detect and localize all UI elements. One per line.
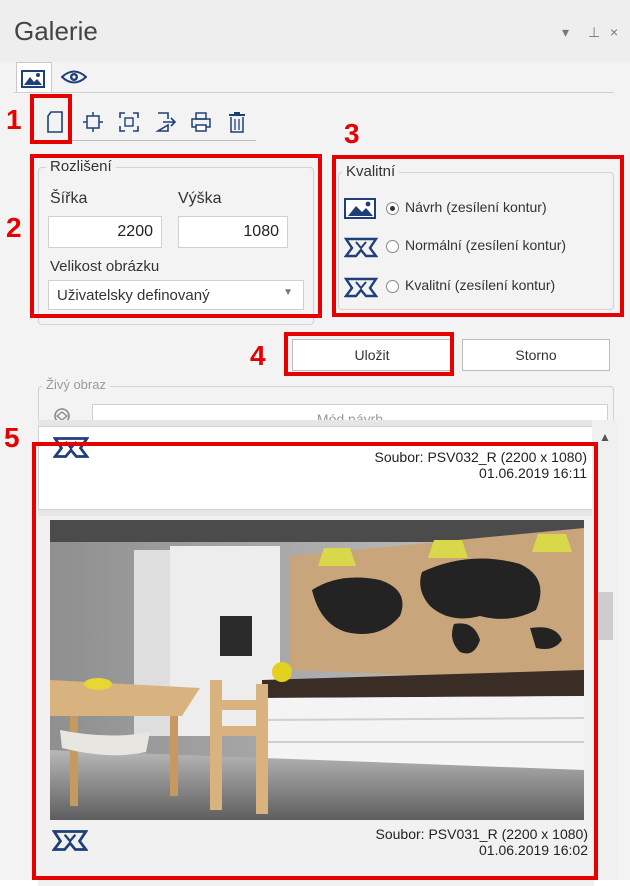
gallery-item-date: 01.06.2019 16:11: [479, 465, 587, 481]
image-size-select[interactable]: Uživatelsky definovaný ▼: [48, 280, 304, 310]
gallery-scrollbar[interactable]: ▲: [592, 420, 618, 880]
live-image-legend: Živý obraz: [42, 377, 110, 392]
cancel-button[interactable]: Storno: [462, 339, 610, 371]
option-draft-label: Návrh (zesílení kontur): [405, 199, 547, 215]
kitchen-render-thumbnail: [50, 520, 584, 820]
quality-option-normal[interactable]: Normální (zesílení kontur): [344, 232, 614, 262]
marker-2: 2: [6, 212, 22, 243]
height-input[interactable]: 1080: [178, 216, 288, 248]
center-view-button[interactable]: [80, 104, 106, 140]
quality-option-high[interactable]: Kvalitní (zesílení kontur): [344, 272, 614, 302]
gallery-list[interactable]: Soubor: PSV032_R (2200 x 1080) 01.06.201…: [38, 420, 594, 886]
radio-normal[interactable]: [386, 240, 399, 253]
gallery-item-caption: Soubor: PSV031_R (2200 x 1080) 01.06.201…: [376, 826, 588, 858]
render-icon: [53, 437, 89, 458]
gallery-item-file: Soubor: PSV032_R (2200 x 1080): [374, 449, 587, 465]
image-size-label: Velikost obrázku: [50, 258, 160, 275]
render-icon: [344, 237, 378, 258]
print-icon: [191, 112, 211, 132]
fit-frame-icon: [119, 112, 139, 132]
chevron-down-icon: ▼: [283, 287, 293, 298]
gallery-item-date: 01.06.2019 16:02: [479, 842, 588, 858]
tab-preview[interactable]: [56, 62, 92, 92]
export-icon: [155, 112, 176, 132]
radio-high[interactable]: [386, 280, 399, 293]
image-icon: [344, 198, 376, 219]
image-icon: [21, 69, 45, 88]
panel-title: Galerie: [14, 16, 98, 46]
height-label: Výška: [178, 190, 222, 207]
image-size-value: Uživatelsky definovaný: [57, 287, 210, 304]
marker-4: 4: [250, 340, 266, 371]
option-normal-label: Normální (zesílení kontur): [405, 237, 567, 253]
gallery-item-file: Soubor: PSV031_R (2200 x 1080): [375, 826, 588, 842]
resolution-legend: Rozlišení: [46, 158, 116, 175]
close-icon[interactable]: ×: [610, 24, 618, 40]
toolbar-divider: [30, 140, 256, 141]
gallery-item[interactable]: Soubor: PSV032_R (2200 x 1080) 01.06.201…: [38, 426, 594, 510]
marker-3: 3: [344, 118, 360, 149]
radio-draft[interactable]: [386, 202, 399, 215]
gallery-item[interactable]: Soubor: PSV031_R (2200 x 1080) 01.06.201…: [38, 516, 594, 886]
dropdown-icon[interactable]: ▾: [562, 24, 569, 41]
width-input[interactable]: 2200: [48, 216, 162, 248]
pin-icon[interactable]: ⊥: [588, 24, 600, 41]
eye-icon: [61, 70, 87, 84]
width-label: Šířka: [50, 190, 88, 207]
gallery-item-caption: Soubor: PSV032_R (2200 x 1080) 01.06.201…: [375, 449, 587, 481]
gallery-panel: Galerie ▾ ⊥ × Rozlišení Šířka Výška 2200…: [0, 0, 630, 886]
quality-legend: Kvalitní: [342, 163, 400, 180]
tab-gallery[interactable]: [16, 62, 52, 92]
new-page-button[interactable]: [42, 104, 68, 140]
title-bar: Galerie ▾ ⊥ ×: [0, 0, 630, 62]
render-icon: [344, 277, 378, 298]
scroll-thumb[interactable]: [597, 592, 613, 640]
center-view-icon: [83, 112, 103, 132]
new-page-icon: [47, 111, 63, 133]
render-icon: [52, 830, 88, 851]
save-button[interactable]: Uložit: [292, 339, 452, 371]
delete-button[interactable]: [224, 104, 250, 140]
marker-5: 5: [4, 422, 20, 453]
marker-1: 1: [6, 104, 22, 135]
export-button[interactable]: [152, 104, 178, 140]
delete-icon: [229, 112, 245, 133]
quality-option-draft[interactable]: Návrh (zesílení kontur): [344, 194, 614, 224]
option-high-label: Kvalitní (zesílení kontur): [405, 277, 556, 293]
fit-frame-button[interactable]: [116, 104, 142, 140]
chevron-up-icon[interactable]: ▲: [592, 430, 618, 450]
tab-strip: [14, 62, 614, 92]
tab-divider: [14, 92, 614, 93]
print-button[interactable]: [188, 104, 214, 140]
